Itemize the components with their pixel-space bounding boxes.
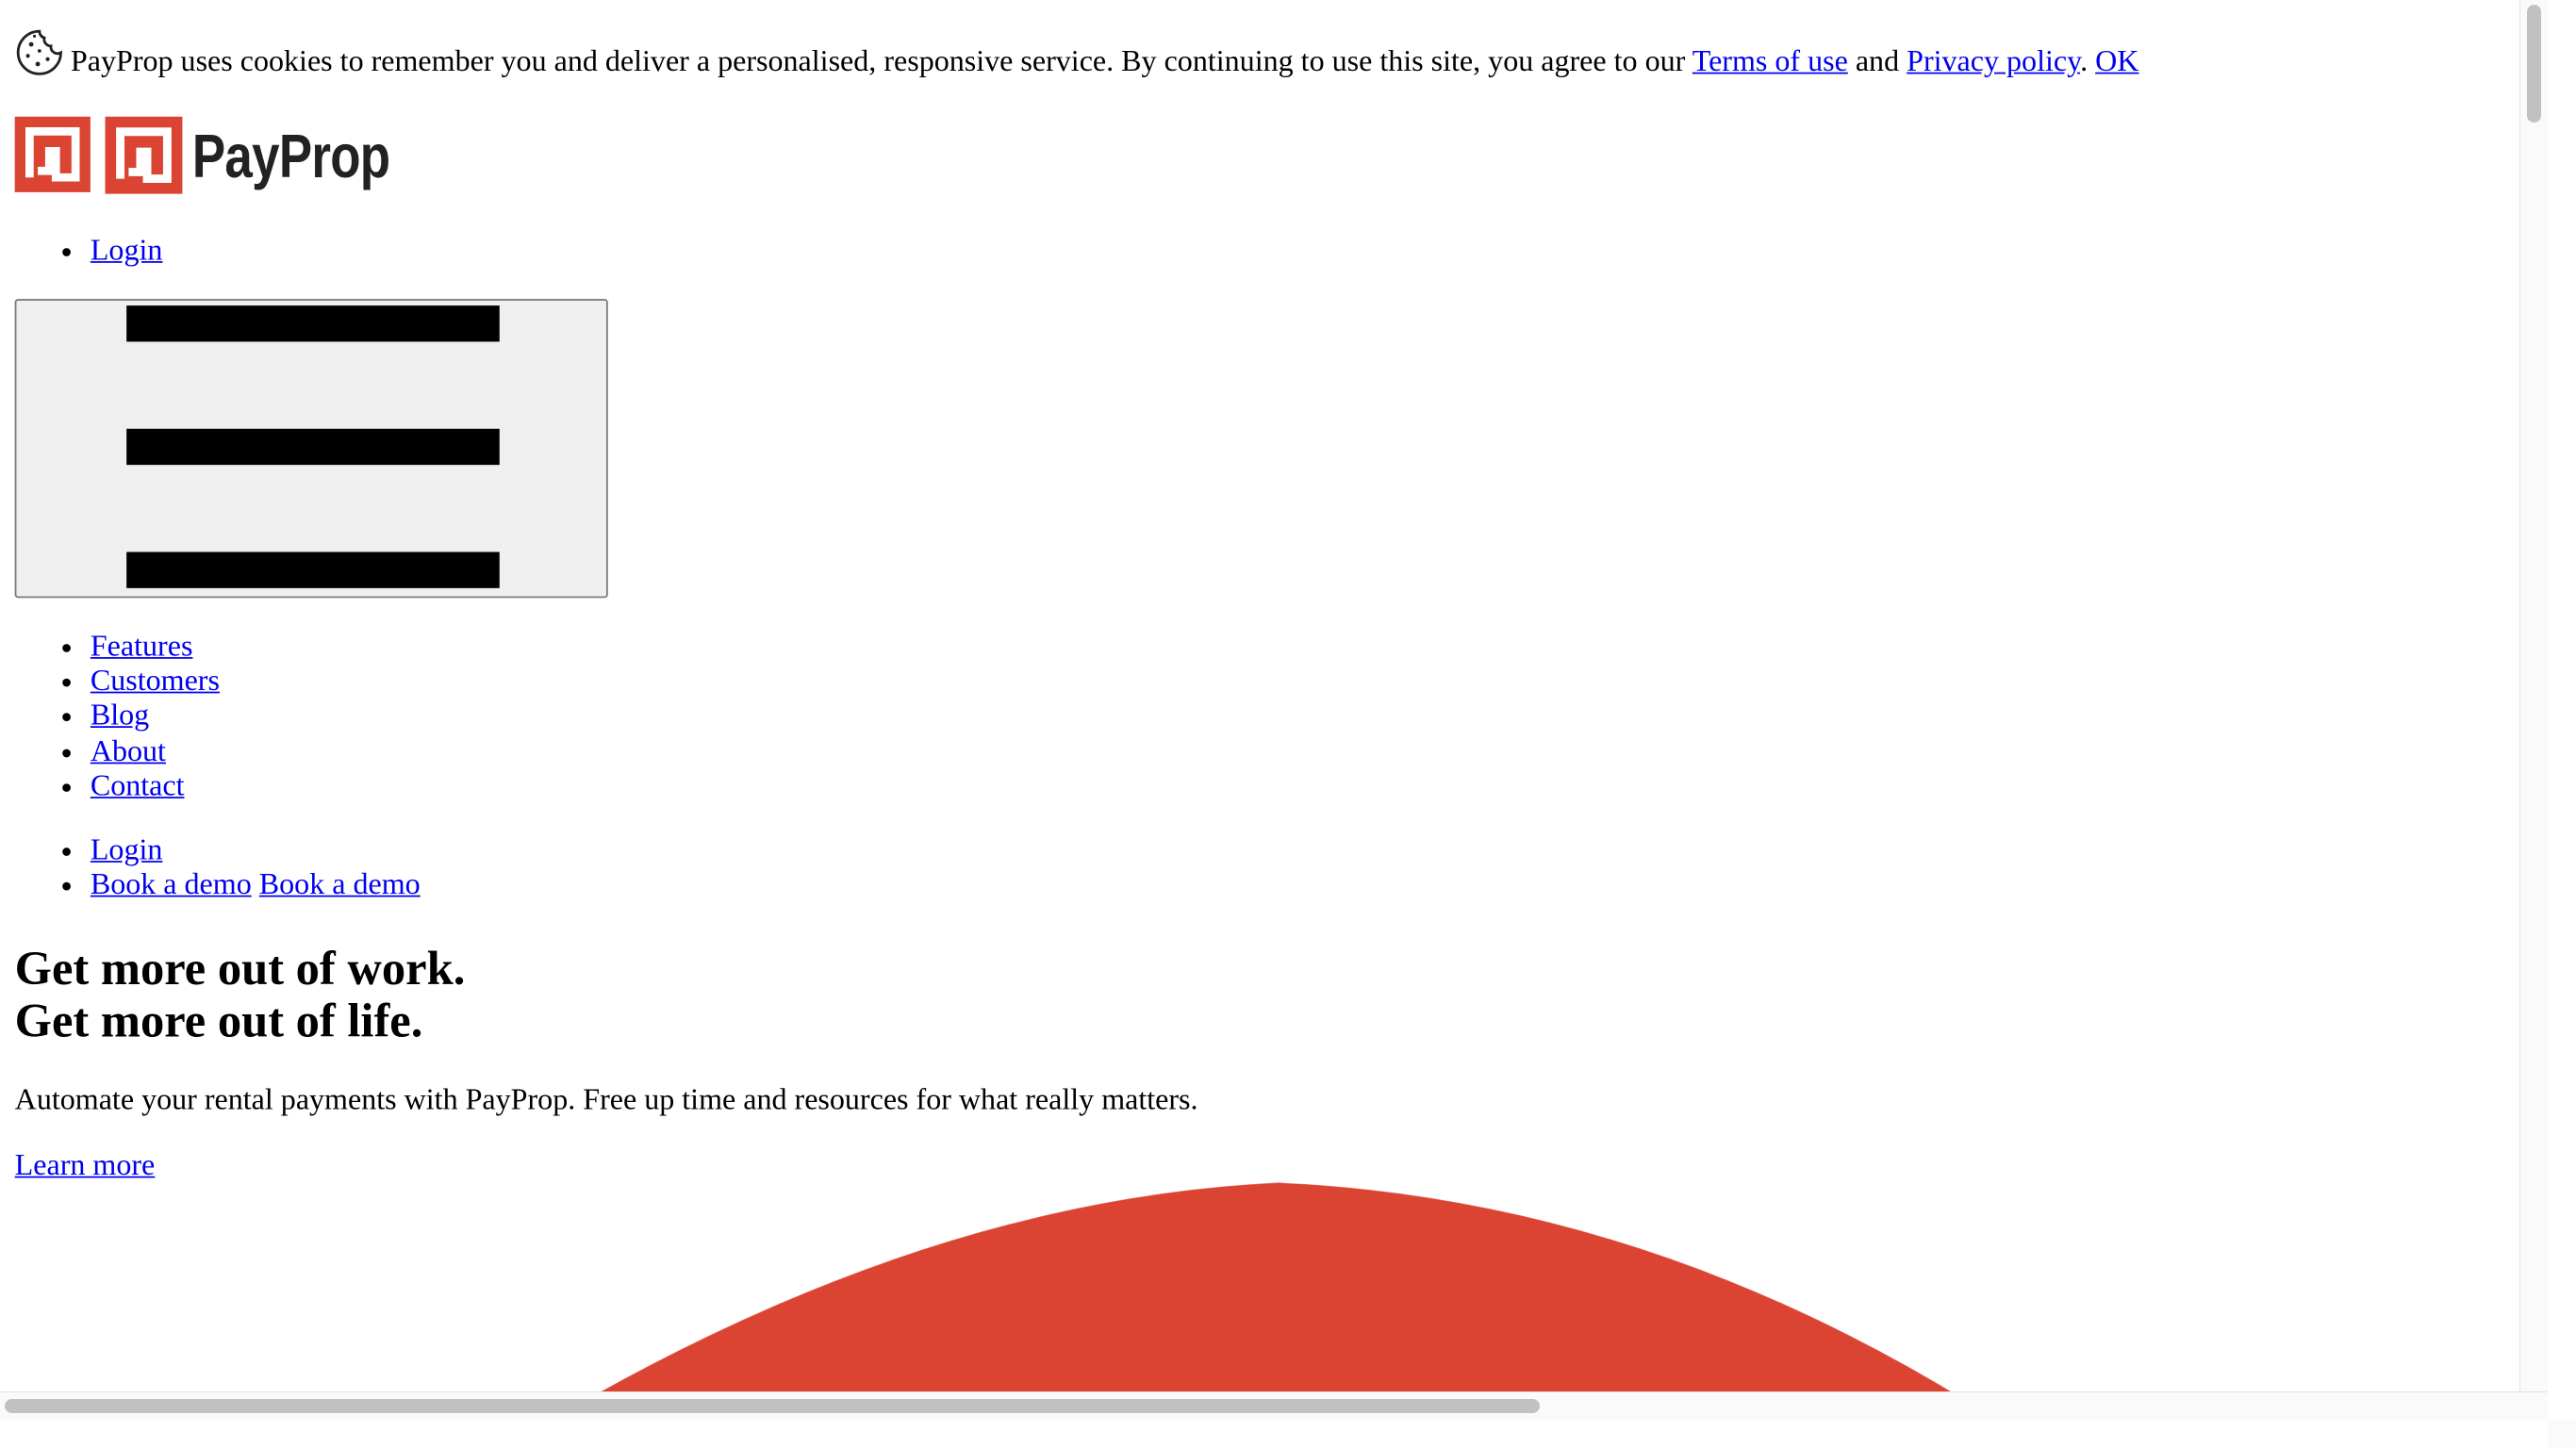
book-demo-link[interactable]: Book a demo bbox=[91, 867, 252, 900]
horizontal-scrollbar-thumb[interactable] bbox=[5, 1399, 1540, 1413]
brand-logo-link[interactable]: PayProp bbox=[104, 116, 433, 204]
cookie-banner: PayProp uses cookies to remember you and… bbox=[15, 28, 2139, 80]
nav-about-link[interactable]: About bbox=[91, 733, 166, 766]
logo-mark-icon bbox=[14, 116, 91, 192]
vertical-scrollbar[interactable] bbox=[2519, 0, 2548, 1420]
nav-contact-link[interactable]: Contact bbox=[91, 768, 185, 801]
vertical-scrollbar-thumb[interactable] bbox=[2527, 5, 2541, 123]
main-nav-item: About bbox=[91, 733, 220, 768]
secondary-nav-item: Book a demo Book a demo bbox=[91, 867, 421, 902]
login-link[interactable]: Login bbox=[91, 233, 163, 266]
learn-more-link[interactable]: Learn more bbox=[15, 1148, 156, 1184]
cookie-period: . bbox=[2080, 44, 2089, 77]
hamburger-menu-icon-bar bbox=[126, 428, 500, 466]
scrollbar-corner bbox=[2548, 1420, 2576, 1448]
terms-of-use-link[interactable]: Terms of use bbox=[1693, 44, 1848, 77]
top-nav-item: Login bbox=[91, 233, 163, 268]
hero-title: Get more out of work. Get more out of li… bbox=[15, 943, 466, 1048]
logo-link[interactable] bbox=[14, 116, 91, 202]
cookie-text: PayProp uses cookies to remember you and… bbox=[70, 44, 1693, 77]
nav-features-link[interactable]: Features bbox=[91, 629, 193, 662]
hamburger-menu-icon-bar bbox=[126, 551, 500, 588]
horizontal-scrollbar[interactable] bbox=[0, 1391, 2548, 1420]
logo-mark-icon bbox=[104, 116, 182, 194]
main-nav-item: Contact bbox=[91, 768, 220, 803]
hero-title-line-2: Get more out of life. bbox=[14, 996, 423, 1048]
cookie-ok-button[interactable]: OK bbox=[2095, 44, 2138, 77]
logo-row: PayProp bbox=[14, 116, 433, 196]
logo-wordmark: PayProp bbox=[191, 123, 389, 191]
hero-title-line-1: Get more out of work. bbox=[14, 943, 466, 996]
top-nav: Login bbox=[0, 233, 163, 268]
privacy-policy-link[interactable]: Privacy policy bbox=[1907, 44, 2080, 77]
book-demo-link-alt[interactable]: Book a demo bbox=[259, 867, 421, 900]
nav-blog-link[interactable]: Blog bbox=[91, 699, 149, 732]
main-nav: Features Customers Blog About Contact bbox=[0, 629, 220, 803]
hamburger-menu-icon-bar bbox=[126, 305, 500, 342]
secondary-login-link[interactable]: Login bbox=[91, 832, 163, 865]
hero-subtitle: Automate your rental payments with PayPr… bbox=[14, 1082, 1198, 1116]
secondary-nav: Login Book a demo Book a demo bbox=[0, 832, 421, 902]
cookie-icon bbox=[15, 28, 64, 77]
secondary-nav-item: Login bbox=[91, 832, 421, 867]
main-nav-item: Customers bbox=[91, 664, 220, 699]
page-viewport: PayProp uses cookies to remember you and… bbox=[0, 0, 2548, 1420]
hero-decorative-arc bbox=[552, 1182, 1997, 1420]
cookie-and-text: and bbox=[1847, 44, 1907, 77]
menu-toggle-button[interactable] bbox=[14, 299, 608, 599]
main-nav-item: Features bbox=[91, 629, 220, 664]
main-nav-item: Blog bbox=[91, 699, 220, 733]
nav-customers-link[interactable]: Customers bbox=[91, 664, 220, 697]
